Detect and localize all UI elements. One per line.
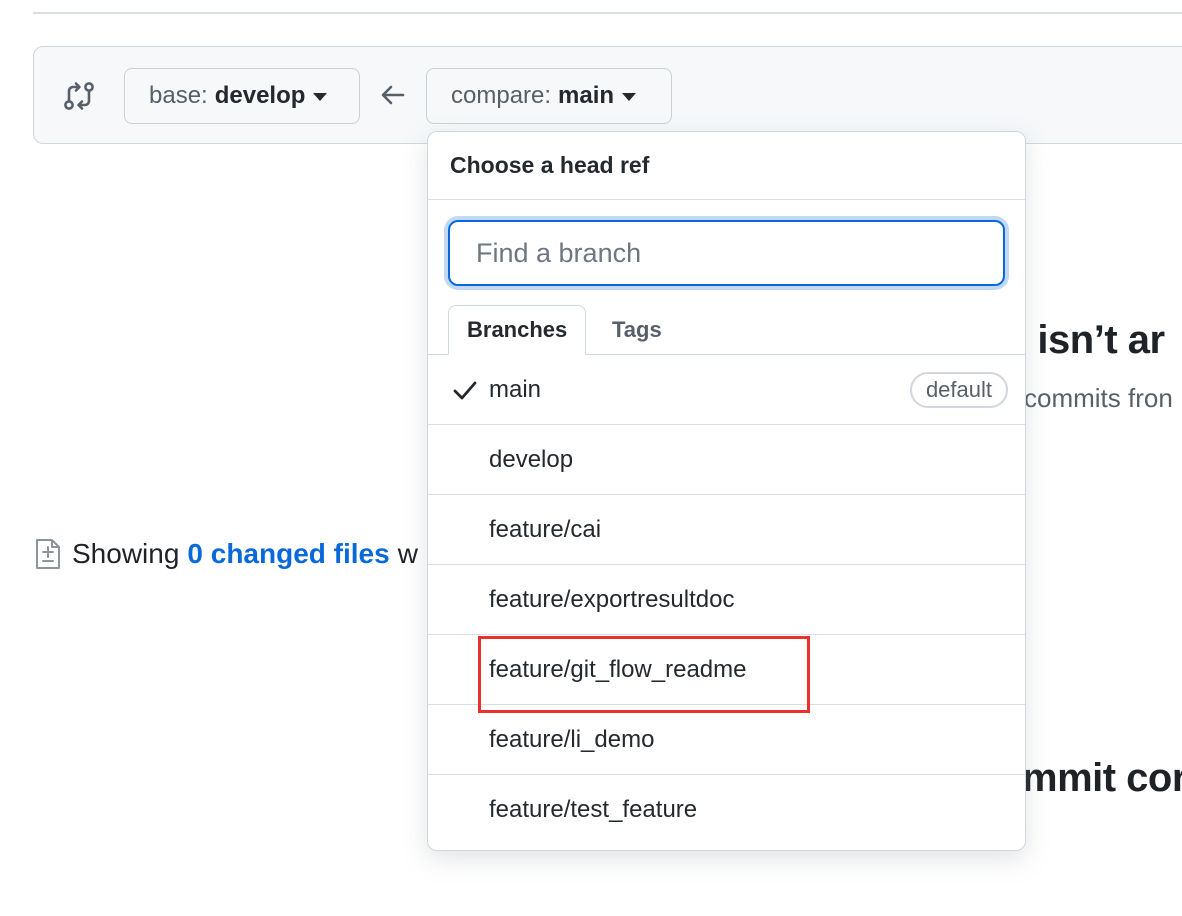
base-label: base: (149, 82, 208, 109)
branch-select-menu: Choose a head ref Branches Tags main def… (427, 131, 1026, 851)
files-prefix: Showing (72, 538, 180, 569)
branch-name: develop (489, 445, 574, 473)
arrow-left-icon (381, 85, 405, 105)
branch-item-feature-li-demo[interactable]: feature/li_demo (428, 705, 1025, 775)
branch-list: main default develop feature/cai feature… (428, 355, 1025, 845)
branch-name: feature/exportresultdoc (489, 585, 735, 613)
compare-label: compare: (451, 82, 552, 109)
commit-heading: mmit cor (1022, 756, 1182, 800)
compare-value: main (558, 82, 615, 109)
filter-container (428, 200, 1025, 288)
changed-files-summary: Showing 0 changed files w (34, 538, 418, 570)
tab-branches[interactable]: Branches (448, 305, 587, 355)
changed-files-link[interactable]: 0 changed files (187, 538, 389, 570)
caret-down-icon (313, 93, 328, 101)
menu-title: Choose a head ref (428, 132, 1025, 200)
base-branch-button[interactable]: base: develop (124, 68, 360, 124)
default-badge: default (909, 371, 1008, 408)
files-suffix: w (397, 538, 418, 569)
git-compare-icon (64, 82, 94, 110)
branch-item-feature-test-feature[interactable]: feature/test_feature (428, 775, 1025, 845)
tab-tags[interactable]: Tags (594, 305, 680, 355)
branch-name: feature/li_demo (489, 725, 655, 753)
ref-tabs: Branches Tags (428, 286, 1025, 355)
check-icon (453, 381, 477, 399)
caret-down-icon (622, 93, 637, 101)
branch-name: main (489, 375, 542, 403)
branch-item-main[interactable]: main default (428, 355, 1025, 425)
branch-filter-input[interactable] (448, 220, 1005, 286)
branch-name: feature/test_feature (489, 796, 698, 823)
branch-item-feature-exportresultdoc[interactable]: feature/exportresultdoc (428, 565, 1025, 635)
top-divider (33, 12, 1182, 14)
branch-item-feature-git-flow-readme[interactable]: feature/git_flow_readme (428, 635, 1025, 705)
compare-branch-button[interactable]: compare: main (426, 68, 672, 124)
file-diff-icon (36, 539, 60, 569)
branch-name: feature/cai (489, 515, 602, 543)
blankslate-description: commits fron (1024, 383, 1173, 413)
branch-item-feature-cai[interactable]: feature/cai (428, 495, 1025, 565)
branch-item-develop[interactable]: develop (428, 425, 1025, 495)
base-value: develop (214, 82, 306, 109)
branch-name: feature/git_flow_readme (489, 655, 747, 683)
